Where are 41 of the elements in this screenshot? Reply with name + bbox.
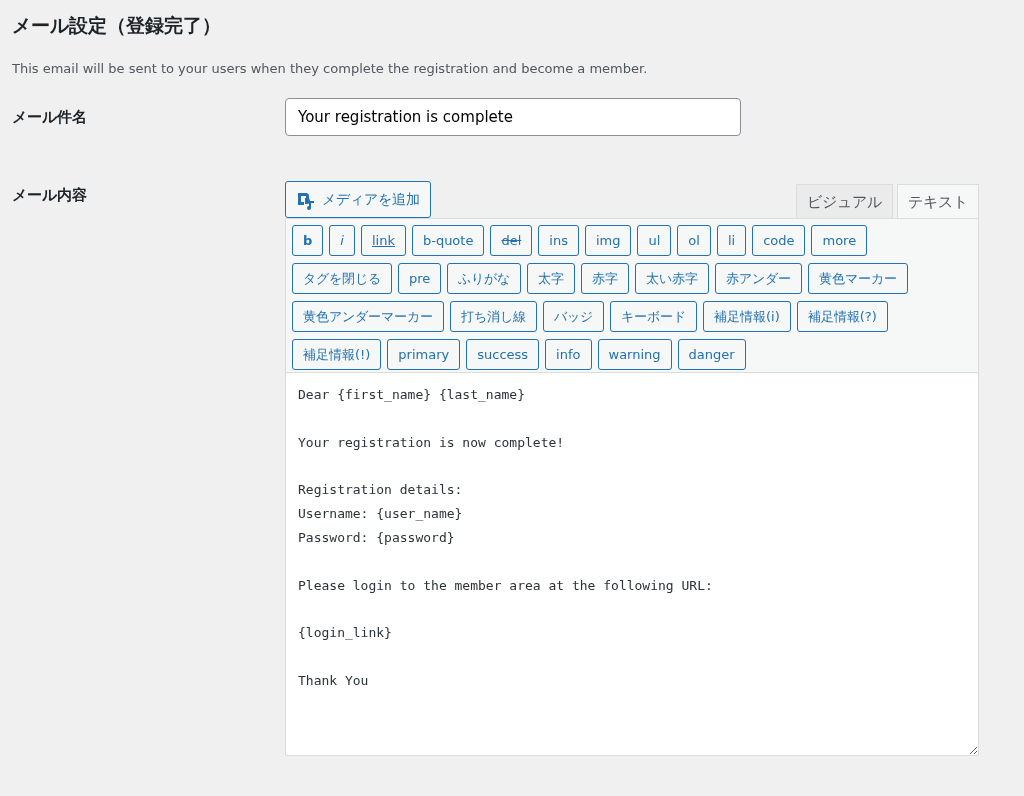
quicktag-button[interactable]: 黄色アンダーマーカー: [292, 301, 444, 333]
quicktag-button[interactable]: ins: [538, 225, 579, 257]
section-title: メール設定（登録完了）: [12, 14, 222, 37]
quicktag-button[interactable]: ふりがな: [447, 263, 522, 295]
quicktag-button[interactable]: タグを閉じる: [292, 263, 392, 295]
quicktag-button[interactable]: warning: [597, 339, 672, 371]
quicktag-button[interactable]: 黄色マーカー: [808, 263, 909, 295]
quicktag-button[interactable]: info: [545, 339, 592, 371]
quicktag-button[interactable]: 太い赤字: [635, 263, 710, 295]
quicktag-button[interactable]: more: [811, 225, 868, 257]
add-media-button[interactable]: メディアを追加: [285, 181, 431, 219]
quicktag-button[interactable]: ol: [677, 225, 711, 257]
quicktag-button[interactable]: 赤字: [581, 263, 630, 295]
quicktag-button[interactable]: 赤アンダー: [715, 263, 803, 295]
quicktag-button[interactable]: success: [466, 339, 540, 371]
field-label: メール内容: [12, 185, 88, 207]
quicktag-button[interactable]: b-quote: [411, 225, 485, 257]
subject-field[interactable]: Your registration is complete: [285, 98, 741, 137]
quicktag-button[interactable]: 補足情報(i): [703, 301, 791, 333]
quicktag-button[interactable]: キーボード: [610, 301, 697, 333]
content-editor[interactable]: Dear {first_name} {last_name} Your registration is now complete! Registration details: Username: {user_name} Password: {password} Please login to the member area at the following URL: {login_link} Thank You: [285, 372, 979, 757]
quicktag-button[interactable]: img: [584, 225, 632, 257]
quicktag-button[interactable]: 太字: [527, 263, 576, 295]
editor-tab[interactable]: テキスト: [897, 184, 979, 219]
quicktag-button[interactable]: del: [490, 225, 533, 257]
quicktag-button[interactable]: primary: [387, 339, 461, 371]
field-label: メール件名: [12, 107, 88, 129]
quicktag-button[interactable]: バッジ: [543, 301, 604, 333]
quicktag-button[interactable]: code: [752, 225, 806, 257]
quicktag-button[interactable]: i: [329, 225, 355, 257]
quicktag-button[interactable]: 打ち消し線: [450, 301, 537, 333]
quicktag-button[interactable]: ul: [637, 225, 672, 257]
description: This email will be sent to your users when they complete the registration and become a member.: [12, 59, 649, 78]
quicktag-button[interactable]: 補足情報(!): [292, 339, 382, 371]
quicktag-button[interactable]: 補足情報(?): [796, 301, 888, 333]
quicktag-button[interactable]: danger: [677, 339, 746, 371]
quicktag-button[interactable]: link: [360, 225, 406, 257]
quicktag-button[interactable]: li: [716, 225, 747, 257]
editor-tab[interactable]: ビジュアル: [796, 184, 893, 219]
quicktag-button[interactable]: b: [292, 225, 324, 257]
quicktag-button[interactable]: pre: [398, 263, 442, 295]
